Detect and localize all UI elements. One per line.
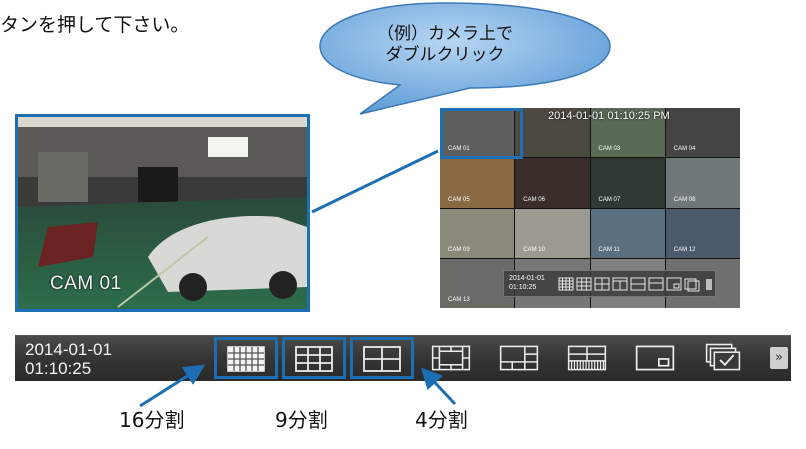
split-4-button[interactable] xyxy=(350,337,414,379)
split-6-button[interactable] xyxy=(491,340,547,376)
grid-cell[interactable]: CAM 08 xyxy=(665,158,740,208)
split-6-icon xyxy=(499,345,539,371)
split-4-icon xyxy=(363,346,401,372)
split-16-button[interactable] xyxy=(214,337,278,379)
toolbar-timestamp: 2014-01-01 01:10:25 xyxy=(25,340,112,378)
split-8-button[interactable] xyxy=(423,340,479,376)
label-9-split: 9分割 xyxy=(275,408,328,432)
label-16-split: 16分割 xyxy=(119,408,185,432)
sequence-icon xyxy=(705,343,741,371)
grid-cell[interactable]: CAM 12 xyxy=(665,208,740,258)
split-9-icon xyxy=(295,346,333,372)
callout-text: （例）カメラ上で ダブルクリック xyxy=(345,24,545,66)
split-13-icon xyxy=(567,345,607,371)
toolbar-date: 2014-01-01 xyxy=(25,340,112,359)
grid-cell[interactable]: CAM 09 xyxy=(440,208,515,258)
grid-cell[interactable]: CAM 07 xyxy=(590,158,665,208)
camera-large-view[interactable]: CAM 01 xyxy=(15,114,310,312)
label-4-split: 4分割 xyxy=(415,408,468,432)
split-16-icon xyxy=(227,346,265,372)
split-13-button[interactable] xyxy=(559,340,615,376)
toolbar-next-button[interactable]: » xyxy=(770,347,788,369)
grid-cell[interactable]: CAM 11 xyxy=(590,208,665,258)
grid-cell[interactable]: CAM 06 xyxy=(515,158,590,208)
camera-large-label: CAM 01 xyxy=(50,273,122,294)
split-8-icon xyxy=(431,345,471,371)
sequence-button[interactable] xyxy=(695,340,751,376)
mini-toolbar-icons xyxy=(558,277,712,292)
grid-cell[interactable]: CAM 10 xyxy=(515,208,590,258)
callout-line-2: ダブルクリック xyxy=(385,45,505,65)
pip-button[interactable] xyxy=(627,340,683,376)
grid-mini-toolbar: 2014-01-01 01:10:25 xyxy=(503,270,716,297)
instruction-text: タンを押して下さい。 xyxy=(0,14,190,36)
grid-cell[interactable]: CAM 04 xyxy=(665,108,740,158)
grid-cell[interactable]: CAM 05 xyxy=(440,158,515,208)
split-toolbar: 2014-01-01 01:10:25 » xyxy=(15,335,791,381)
split-9-button[interactable] xyxy=(282,337,346,379)
grid-timestamp: 2014-01-01 01:10:25 PM xyxy=(548,110,670,122)
zoom-arrow xyxy=(311,149,439,214)
pip-icon xyxy=(635,345,675,371)
callout-line-1: （例）カメラ上で xyxy=(377,24,513,44)
grid-cell-highlight xyxy=(440,108,523,159)
toolbar-time: 01:10:25 xyxy=(25,359,92,378)
